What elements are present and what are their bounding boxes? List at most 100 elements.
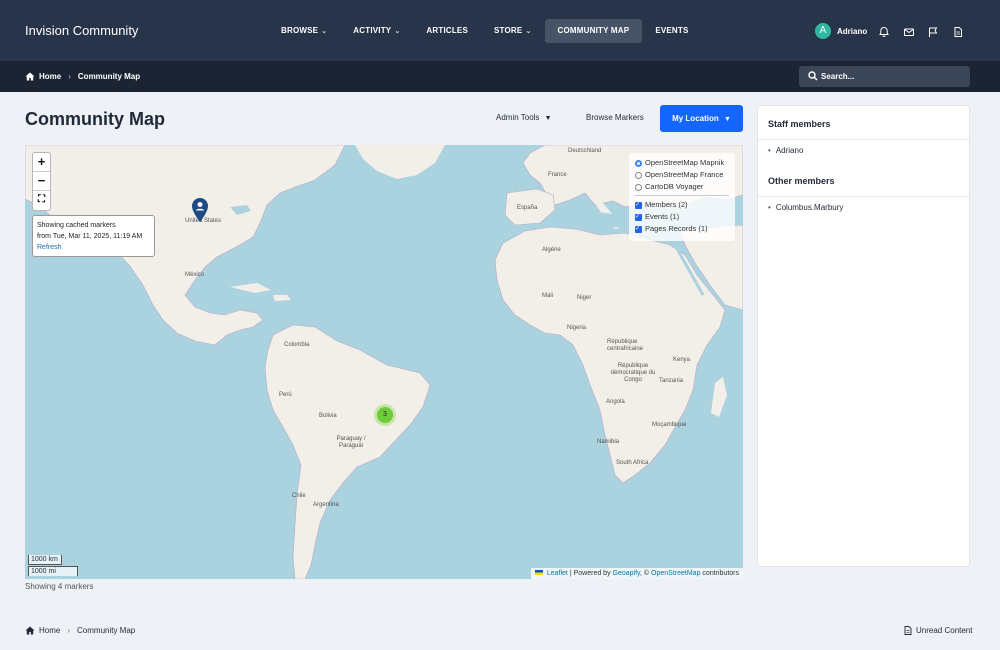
browse-markers-button[interactable]: Browse Markers bbox=[586, 105, 644, 131]
nav-browse-label: Browse bbox=[281, 26, 319, 35]
layer-option-mapnik[interactable]: OpenStreetMap Mapnik bbox=[635, 157, 729, 169]
radio-selected-icon bbox=[635, 159, 642, 167]
map-label-deutschland: Deutschland bbox=[568, 148, 602, 154]
osm-link[interactable]: OpenStreetMap bbox=[651, 570, 700, 577]
staff-list: Adriano bbox=[758, 140, 969, 163]
other-members-heading: Other members bbox=[758, 163, 969, 197]
map-label-mocambique: Moçambique bbox=[652, 422, 687, 428]
map-label-angola: Angola bbox=[606, 399, 625, 405]
map-label-france: France bbox=[548, 172, 567, 178]
marker-cluster-count: 3 bbox=[377, 407, 393, 423]
breadcrumb-current[interactable]: Community Map bbox=[78, 72, 140, 81]
chevron-down-icon: ⌄ bbox=[394, 28, 401, 35]
breadcrumb: Home › Community Map bbox=[25, 61, 140, 92]
nav-store[interactable]: Store ⌄ bbox=[481, 19, 545, 43]
layer-option-voyager[interactable]: CartoDB Voyager bbox=[635, 181, 729, 193]
overlay-pages-records[interactable]: Pages Records (1) bbox=[635, 223, 729, 235]
flag-icon[interactable] bbox=[927, 25, 939, 37]
layer-voyager-label: CartoDB Voyager bbox=[645, 182, 704, 191]
footer-breadcrumb-home[interactable]: Home bbox=[39, 626, 60, 635]
main-nav: Browse ⌄ Activity ⌄ Articles Store ⌄ Commun… bbox=[268, 19, 702, 43]
staff-member-item[interactable]: Adriano bbox=[768, 144, 959, 157]
my-location-button[interactable]: My Location ▼ bbox=[660, 105, 743, 132]
layers-divider bbox=[635, 195, 729, 196]
map-label-colombia: Colombia bbox=[284, 342, 310, 348]
cached-markers-notice: Showing cached markers from Tue, Mar 11,… bbox=[32, 215, 155, 257]
overlay-pages-label: Pages Records (1) bbox=[645, 224, 708, 233]
radio-icon bbox=[635, 171, 642, 179]
map-label-mali: Mali bbox=[542, 293, 554, 299]
layer-option-france[interactable]: OpenStreetMap France bbox=[635, 169, 729, 181]
site-logo-text[interactable]: Invision Community bbox=[25, 23, 138, 38]
community-map[interactable]: United States México Colombia Perú Boliv… bbox=[25, 145, 743, 579]
other-members-list: Columbus.Marbury bbox=[758, 197, 969, 220]
zoom-in-button[interactable]: + bbox=[33, 153, 50, 172]
attribution-copyright: , © bbox=[640, 570, 650, 577]
chevron-down-icon: ⌄ bbox=[525, 28, 532, 35]
admin-tools-button[interactable]: Admin Tools ▼ bbox=[496, 105, 552, 131]
nav-events-label: Events bbox=[655, 26, 689, 35]
chevron-right-icon: › bbox=[67, 626, 71, 635]
user-menu[interactable]: A Adriano bbox=[815, 23, 867, 39]
overlay-events[interactable]: Events (1) bbox=[635, 211, 729, 223]
page-title: Community Map bbox=[25, 109, 166, 129]
layer-france-label: OpenStreetMap France bbox=[645, 170, 724, 179]
cache-notice-line2: from Tue, Mar 11, 2025, 11:19 AM bbox=[37, 233, 143, 240]
footer-breadcrumb: Home › Community Map bbox=[25, 626, 135, 635]
map-attribution: Leaflet | Powered by Geoapify, © OpenStr… bbox=[530, 568, 743, 579]
marker-cluster[interactable]: 3 bbox=[374, 404, 396, 426]
caret-down-icon: ▼ bbox=[544, 115, 552, 122]
map-label-chile: Chile bbox=[292, 493, 306, 499]
nav-browse[interactable]: Browse ⌄ bbox=[268, 19, 340, 43]
other-member-item[interactable]: Columbus.Marbury bbox=[768, 201, 959, 214]
map-label-nigeria: Nigeria bbox=[567, 325, 587, 331]
breadcrumb-home[interactable]: Home bbox=[39, 72, 61, 81]
checkbox-checked-icon bbox=[635, 199, 642, 211]
map-label-paraguay: Paraguay / Paraguái bbox=[336, 436, 366, 449]
ukraine-flag-icon bbox=[534, 570, 543, 575]
unread-content-label: Unread Content bbox=[916, 626, 973, 635]
overlay-members-label: Members (2) bbox=[645, 200, 688, 209]
map-label-algerie: Algérie bbox=[542, 247, 561, 253]
search-input[interactable]: Search... bbox=[799, 66, 970, 87]
home-icon bbox=[25, 626, 35, 635]
map-label-espana: España bbox=[517, 205, 538, 211]
overlay-members[interactable]: Members (2) bbox=[635, 199, 729, 211]
geoapify-link[interactable]: Geoapify bbox=[613, 570, 641, 577]
map-label-kenya: Kenya bbox=[673, 357, 691, 363]
nav-store-label: Store bbox=[494, 26, 523, 35]
leaflet-link[interactable]: Leaflet bbox=[547, 570, 568, 577]
scale-km: 1000 km bbox=[28, 555, 62, 565]
map-label-centrafrique: République centrafricaine bbox=[607, 339, 644, 352]
admin-tools-label: Admin Tools bbox=[496, 113, 540, 122]
zoom-out-button[interactable]: − bbox=[33, 172, 50, 191]
fullscreen-button[interactable]: ⛶ bbox=[33, 191, 50, 210]
checkbox-checked-icon bbox=[635, 211, 642, 223]
nav-community-map[interactable]: Community Map bbox=[544, 19, 643, 43]
cache-notice-line1: Showing cached markers bbox=[37, 222, 116, 229]
attribution-suffix: contributors bbox=[702, 570, 739, 577]
caret-down-icon: ▼ bbox=[723, 116, 731, 123]
unread-content-link[interactable]: Unread Content bbox=[904, 626, 972, 635]
footer-breadcrumb-current[interactable]: Community Map bbox=[77, 626, 135, 635]
map-marker-pin[interactable] bbox=[191, 197, 209, 223]
refresh-link[interactable]: Refresh bbox=[37, 242, 150, 253]
nav-community-map-label: Community Map bbox=[557, 26, 630, 35]
avatar: A bbox=[815, 23, 831, 39]
bell-icon[interactable] bbox=[878, 25, 890, 37]
layer-mapnik-label: OpenStreetMap Mapnik bbox=[645, 158, 725, 167]
overlay-events-label: Events (1) bbox=[645, 212, 680, 221]
layers-control: OpenStreetMap Mapnik OpenStreetMap Franc… bbox=[629, 153, 735, 241]
chevron-down-icon: ⌄ bbox=[321, 28, 328, 35]
document-icon[interactable] bbox=[952, 25, 964, 37]
chevron-right-icon: › bbox=[68, 72, 71, 81]
envelope-icon[interactable] bbox=[903, 25, 915, 37]
nav-activity[interactable]: Activity ⌄ bbox=[340, 19, 413, 43]
nav-articles-label: Articles bbox=[426, 26, 469, 35]
marker-count-text: Showing 4 markers bbox=[25, 582, 94, 591]
nav-activity-label: Activity bbox=[353, 26, 392, 35]
my-location-label: My Location bbox=[672, 114, 719, 123]
search-placeholder: Search... bbox=[821, 72, 855, 81]
nav-articles[interactable]: Articles bbox=[413, 19, 481, 43]
nav-events[interactable]: Events bbox=[642, 19, 701, 43]
